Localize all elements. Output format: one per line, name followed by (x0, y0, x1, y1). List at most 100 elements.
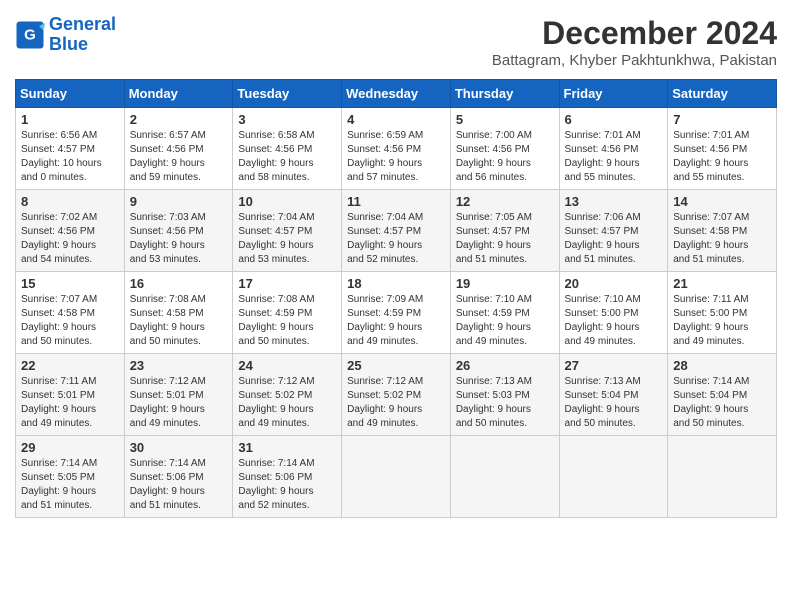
calendar-cell: 13 Sunrise: 7:06 AMSunset: 4:57 PMDayligh… (559, 190, 668, 272)
day-number: 9 (130, 194, 228, 209)
day-number: 10 (238, 194, 336, 209)
day-number: 5 (456, 112, 554, 127)
calendar-cell: 24 Sunrise: 7:12 AMSunset: 5:02 PMDayligh… (233, 354, 342, 436)
day-number: 28 (673, 358, 771, 373)
day-info: Sunrise: 6:59 AMSunset: 4:56 PMDaylight:… (347, 129, 445, 185)
day-number: 13 (565, 194, 663, 209)
calendar-cell: 15 Sunrise: 7:07 AMSunset: 4:58 PMDayligh… (16, 272, 125, 354)
calendar-cell: 29 Sunrise: 7:14 AMSunset: 5:05 PMDayligh… (16, 436, 125, 518)
day-number: 27 (565, 358, 663, 373)
day-info: Sunrise: 7:08 AMSunset: 4:58 PMDaylight:… (130, 293, 228, 349)
calendar-week-4: 22 Sunrise: 7:11 AMSunset: 5:01 PMDayligh… (16, 354, 777, 436)
calendar-week-5: 29 Sunrise: 7:14 AMSunset: 5:05 PMDayligh… (16, 436, 777, 518)
weekday-header-saturday: Saturday (668, 80, 777, 108)
day-number: 6 (565, 112, 663, 127)
weekday-header-thursday: Thursday (450, 80, 559, 108)
day-info: Sunrise: 7:04 AMSunset: 4:57 PMDaylight:… (238, 211, 336, 267)
day-info: Sunrise: 7:13 AMSunset: 5:04 PMDaylight:… (565, 375, 663, 431)
calendar-cell: 10 Sunrise: 7:04 AMSunset: 4:57 PMDayligh… (233, 190, 342, 272)
calendar-cell: 23Sunrise: 7:12 AMSunset: 5:01 PMDayligh… (124, 354, 233, 436)
day-number: 7 (673, 112, 771, 127)
calendar-cell: 16 Sunrise: 7:08 AMSunset: 4:58 PMDayligh… (124, 272, 233, 354)
day-info: Sunrise: 7:09 AMSunset: 4:59 PMDaylight:… (347, 293, 445, 349)
calendar-cell: 21Sunrise: 7:11 AMSunset: 5:00 PMDayligh… (668, 272, 777, 354)
calendar-cell: 18 Sunrise: 7:09 AMSunset: 4:59 PMDayligh… (342, 272, 451, 354)
logo-icon: G (15, 20, 45, 50)
calendar-cell: 7 Sunrise: 7:01 AMSunset: 4:56 PMDaylight… (668, 108, 777, 190)
day-number: 11 (347, 194, 445, 209)
day-info: Sunrise: 7:14 AMSunset: 5:04 PMDaylight:… (673, 375, 771, 431)
day-number: 4 (347, 112, 445, 127)
day-number: 2 (130, 112, 228, 127)
day-number: 8 (21, 194, 119, 209)
calendar-cell: 3 Sunrise: 6:58 AMSunset: 4:56 PMDaylight… (233, 108, 342, 190)
title-block: December 2024 Battagram, Khyber Pakhtunk… (492, 15, 777, 69)
calendar-cell: 14 Sunrise: 7:07 AMSunset: 4:58 PMDayligh… (668, 190, 777, 272)
calendar-cell (450, 436, 559, 518)
calendar-cell: 17Sunrise: 7:08 AMSunset: 4:59 PMDayligh… (233, 272, 342, 354)
calendar-cell: 9 Sunrise: 7:03 AMSunset: 4:56 PMDaylight… (124, 190, 233, 272)
day-number: 3 (238, 112, 336, 127)
day-number: 16 (130, 276, 228, 291)
calendar-cell: 20 Sunrise: 7:10 AMSunset: 5:00 PMDayligh… (559, 272, 668, 354)
logo-general: General (49, 14, 116, 34)
calendar-cell: 31Sunrise: 7:14 AMSunset: 5:06 PMDayligh… (233, 436, 342, 518)
day-info: Sunrise: 7:12 AMSunset: 5:02 PMDaylight:… (347, 375, 445, 431)
calendar-cell: 27 Sunrise: 7:13 AMSunset: 5:04 PMDayligh… (559, 354, 668, 436)
calendar-cell: 12 Sunrise: 7:05 AMSunset: 4:57 PMDayligh… (450, 190, 559, 272)
day-info: Sunrise: 7:00 AMSunset: 4:56 PMDaylight:… (456, 129, 554, 185)
day-info: Sunrise: 7:01 AMSunset: 4:56 PMDaylight:… (565, 129, 663, 185)
day-info: Sunrise: 7:01 AMSunset: 4:56 PMDaylight:… (673, 129, 771, 185)
day-number: 15 (21, 276, 119, 291)
day-number: 14 (673, 194, 771, 209)
day-info: Sunrise: 7:14 AMSunset: 5:05 PMDaylight:… (21, 457, 119, 513)
calendar-cell (559, 436, 668, 518)
day-info: Sunrise: 7:06 AMSunset: 4:57 PMDaylight:… (565, 211, 663, 267)
day-info: Sunrise: 6:58 AMSunset: 4:56 PMDaylight:… (238, 129, 336, 185)
day-number: 17 (238, 276, 336, 291)
day-number: 25 (347, 358, 445, 373)
svg-text:G: G (24, 26, 36, 43)
calendar-week-1: 1 Sunrise: 6:56 AMSunset: 4:57 PMDaylight… (16, 108, 777, 190)
day-info: Sunrise: 7:12 AMSunset: 5:02 PMDaylight:… (238, 375, 336, 431)
calendar-cell: 25 Sunrise: 7:12 AMSunset: 5:02 PMDayligh… (342, 354, 451, 436)
calendar-cell: 30Sunrise: 7:14 AMSunset: 5:06 PMDayligh… (124, 436, 233, 518)
weekday-header-row: SundayMondayTuesdayWednesdayThursdayFrid… (16, 80, 777, 108)
day-info: Sunrise: 7:07 AMSunset: 4:58 PMDaylight:… (673, 211, 771, 267)
calendar-cell: 6 Sunrise: 7:01 AMSunset: 4:56 PMDaylight… (559, 108, 668, 190)
day-number: 30 (130, 440, 228, 455)
day-number: 29 (21, 440, 119, 455)
day-info: Sunrise: 7:12 AMSunset: 5:01 PMDaylight:… (130, 375, 228, 431)
calendar-cell: 8Sunrise: 7:02 AMSunset: 4:56 PMDaylight… (16, 190, 125, 272)
logo-blue: Blue (49, 34, 88, 54)
weekday-header-monday: Monday (124, 80, 233, 108)
calendar-cell: 5 Sunrise: 7:00 AMSunset: 4:56 PMDaylight… (450, 108, 559, 190)
calendar-cell: 19Sunrise: 7:10 AMSunset: 4:59 PMDayligh… (450, 272, 559, 354)
calendar-cell (342, 436, 451, 518)
day-info: Sunrise: 6:56 AMSunset: 4:57 PMDaylight:… (21, 129, 119, 185)
day-info: Sunrise: 7:14 AMSunset: 5:06 PMDaylight:… (238, 457, 336, 513)
day-number: 12 (456, 194, 554, 209)
day-info: Sunrise: 7:11 AMSunset: 5:01 PMDaylight:… (21, 375, 119, 431)
day-number: 1 (21, 112, 119, 127)
calendar-cell (668, 436, 777, 518)
day-info: Sunrise: 7:07 AMSunset: 4:58 PMDaylight:… (21, 293, 119, 349)
day-number: 22 (21, 358, 119, 373)
day-number: 24 (238, 358, 336, 373)
day-info: Sunrise: 7:10 AMSunset: 5:00 PMDaylight:… (565, 293, 663, 349)
day-number: 20 (565, 276, 663, 291)
logo: G General Blue (15, 15, 116, 55)
calendar-table: SundayMondayTuesdayWednesdayThursdayFrid… (15, 79, 777, 518)
day-info: Sunrise: 7:05 AMSunset: 4:57 PMDaylight:… (456, 211, 554, 267)
calendar-cell: 4 Sunrise: 6:59 AMSunset: 4:56 PMDaylight… (342, 108, 451, 190)
day-info: Sunrise: 7:03 AMSunset: 4:56 PMDaylight:… (130, 211, 228, 267)
calendar-cell: 26Sunrise: 7:13 AMSunset: 5:03 PMDayligh… (450, 354, 559, 436)
calendar-week-2: 8Sunrise: 7:02 AMSunset: 4:56 PMDaylight… (16, 190, 777, 272)
calendar-cell: 1 Sunrise: 6:56 AMSunset: 4:57 PMDaylight… (16, 108, 125, 190)
page-header: G General Blue December 2024 Battagram, … (15, 15, 777, 69)
day-number: 18 (347, 276, 445, 291)
calendar-cell: 22 Sunrise: 7:11 AMSunset: 5:01 PMDayligh… (16, 354, 125, 436)
day-number: 19 (456, 276, 554, 291)
calendar-cell: 2Sunrise: 6:57 AMSunset: 4:56 PMDaylight… (124, 108, 233, 190)
calendar-week-3: 15 Sunrise: 7:07 AMSunset: 4:58 PMDayligh… (16, 272, 777, 354)
